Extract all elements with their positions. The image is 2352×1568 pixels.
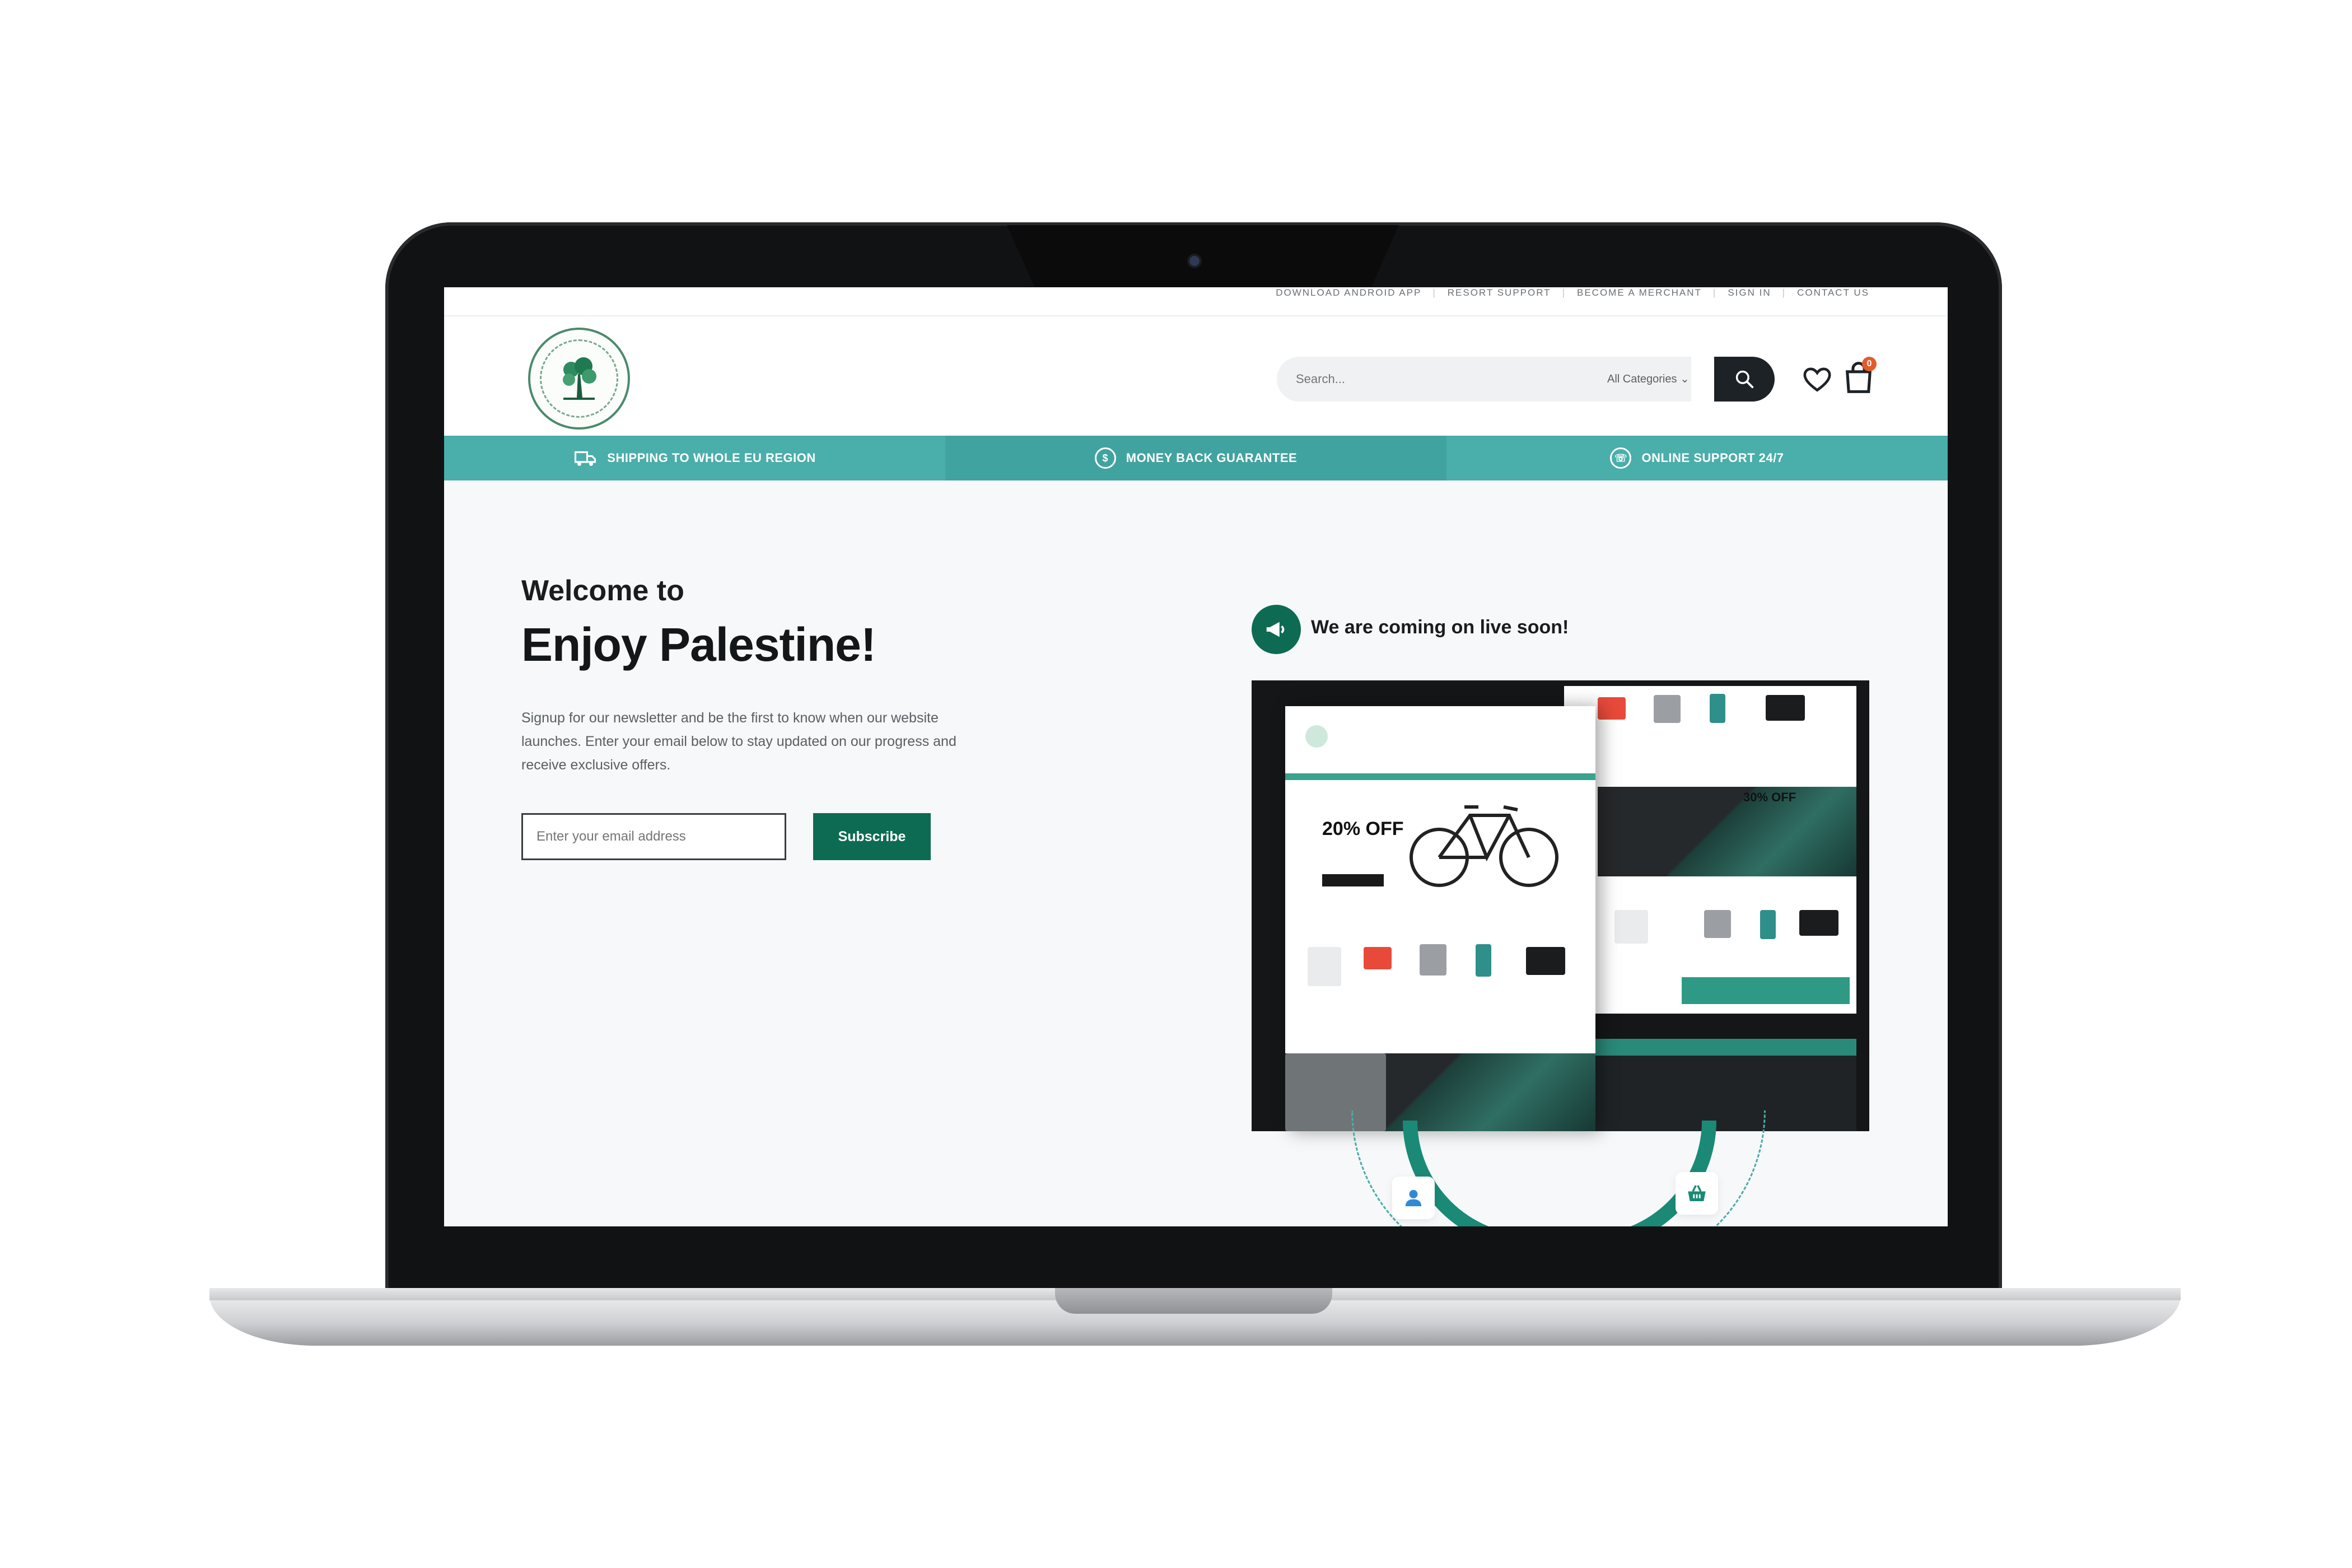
hero-description: Signup for our newsletter and be the fir… [521, 710, 956, 773]
preview-promo: 20% OFF [1322, 818, 1404, 839]
preview-product-thumb [1598, 697, 1626, 720]
basket-icon [1688, 1185, 1706, 1201]
preview-banner [1598, 787, 1856, 876]
top-link-contact[interactable]: CONTACT US [1797, 287, 1869, 298]
search-bar: All Categories ⌄ [1277, 357, 1691, 402]
preview-product-thumb [1760, 910, 1776, 939]
benefit-support-label: ONLINE SUPPORT 24/7 [1641, 451, 1784, 465]
heart-icon [1803, 367, 1831, 392]
email-field[interactable] [521, 813, 786, 860]
chevron-down-icon: ⌄ [1680, 373, 1690, 385]
category-label: All Categories [1607, 373, 1677, 385]
benefit-shipping: SHIPPING TO WHOLE EU REGION [444, 436, 945, 480]
preview-shop-button [1322, 874, 1384, 886]
preview-logo [1305, 725, 1328, 748]
search-button[interactable] [1714, 357, 1775, 402]
subscribe-button[interactable]: Subscribe [813, 813, 931, 860]
separator: | [1562, 287, 1566, 298]
benefit-support: ☏ ONLINE SUPPORT 24/7 [1446, 436, 1948, 480]
webcam [1189, 256, 1200, 266]
preview-green-strip [1682, 977, 1850, 1004]
preview-product-thumb [1710, 694, 1725, 723]
announcement-text: We are coming on live soon! [1311, 617, 1569, 638]
screen: DOWNLOAD ANDROID APP | RESORT SUPPORT | … [444, 287, 1948, 1226]
benefit-shipping-label: SHIPPING TO WHOLE EU REGION [607, 451, 816, 465]
preview-back-page: 30% OFF [1564, 686, 1856, 1014]
logo-ring [540, 339, 618, 418]
search-input[interactable] [1296, 357, 1576, 402]
preview-product-thumb [1704, 910, 1731, 938]
top-links: DOWNLOAD ANDROID APP | RESORT SUPPORT | … [1276, 287, 1869, 316]
olive-tree-icon [563, 357, 596, 400]
preview-product-thumb [1526, 947, 1565, 975]
separator: | [1712, 287, 1717, 298]
category-select[interactable]: All Categories ⌄ [1607, 357, 1690, 402]
preview-product-thumb [1476, 944, 1491, 977]
benefits-bar: SHIPPING TO WHOLE EU REGION $ MONEY BACK… [444, 436, 1948, 480]
basket-bubble [1676, 1172, 1718, 1215]
preview-promo-2: 30% OFF [1743, 790, 1796, 804]
top-link-support[interactable]: RESORT SUPPORT [1448, 287, 1551, 298]
preview-product-thumb [1654, 695, 1681, 723]
search-icon [1735, 370, 1754, 389]
user-icon [1405, 1189, 1422, 1206]
preview-product-thumb [1364, 947, 1392, 969]
welcome-heading: Welcome to [521, 575, 684, 607]
hero-title: Enjoy Palestine! [521, 618, 876, 671]
top-utility-bar: DOWNLOAD ANDROID APP | RESORT SUPPORT | … [444, 287, 1948, 316]
wishlist-button[interactable] [1802, 364, 1833, 395]
preview-product-thumb [1308, 947, 1341, 986]
laptop-notch [1007, 225, 1399, 287]
top-link-sign-in[interactable]: SIGN IN [1728, 287, 1771, 298]
top-link-merchant[interactable]: BECOME A MERCHANT [1577, 287, 1702, 298]
preview-newsletter-bar [1592, 1039, 1856, 1056]
top-link-android-app[interactable]: DOWNLOAD ANDROID APP [1276, 287, 1421, 298]
benefit-money-back: $ MONEY BACK GUARANTEE [945, 436, 1446, 480]
support-icon: ☏ [1610, 447, 1632, 469]
preview-product-thumb [1614, 910, 1648, 944]
separator: | [1782, 287, 1786, 298]
preview-nav-bar [1285, 773, 1595, 780]
preview-product-thumb [1420, 944, 1446, 976]
coin-icon: $ [1094, 447, 1116, 469]
website-preview-image: 30% OFF 20% OFF [1252, 680, 1869, 1131]
separator: | [1432, 287, 1436, 298]
bicycle-icon [1410, 805, 1558, 887]
preview-product-thumb [1766, 695, 1805, 721]
cart-count-badge: 0 [1862, 357, 1877, 371]
user-bubble [1392, 1177, 1435, 1219]
preview-front-page: 20% OFF [1285, 706, 1595, 1131]
preview-product-thumb [1799, 910, 1838, 936]
truck-icon [575, 451, 596, 466]
megaphone-icon [1252, 605, 1301, 654]
site-logo[interactable] [528, 328, 630, 430]
decorative-ring [1403, 1121, 1716, 1226]
laptop-hinge [1055, 1288, 1332, 1314]
benefit-money-back-label: MONEY BACK GUARANTEE [1126, 451, 1298, 465]
